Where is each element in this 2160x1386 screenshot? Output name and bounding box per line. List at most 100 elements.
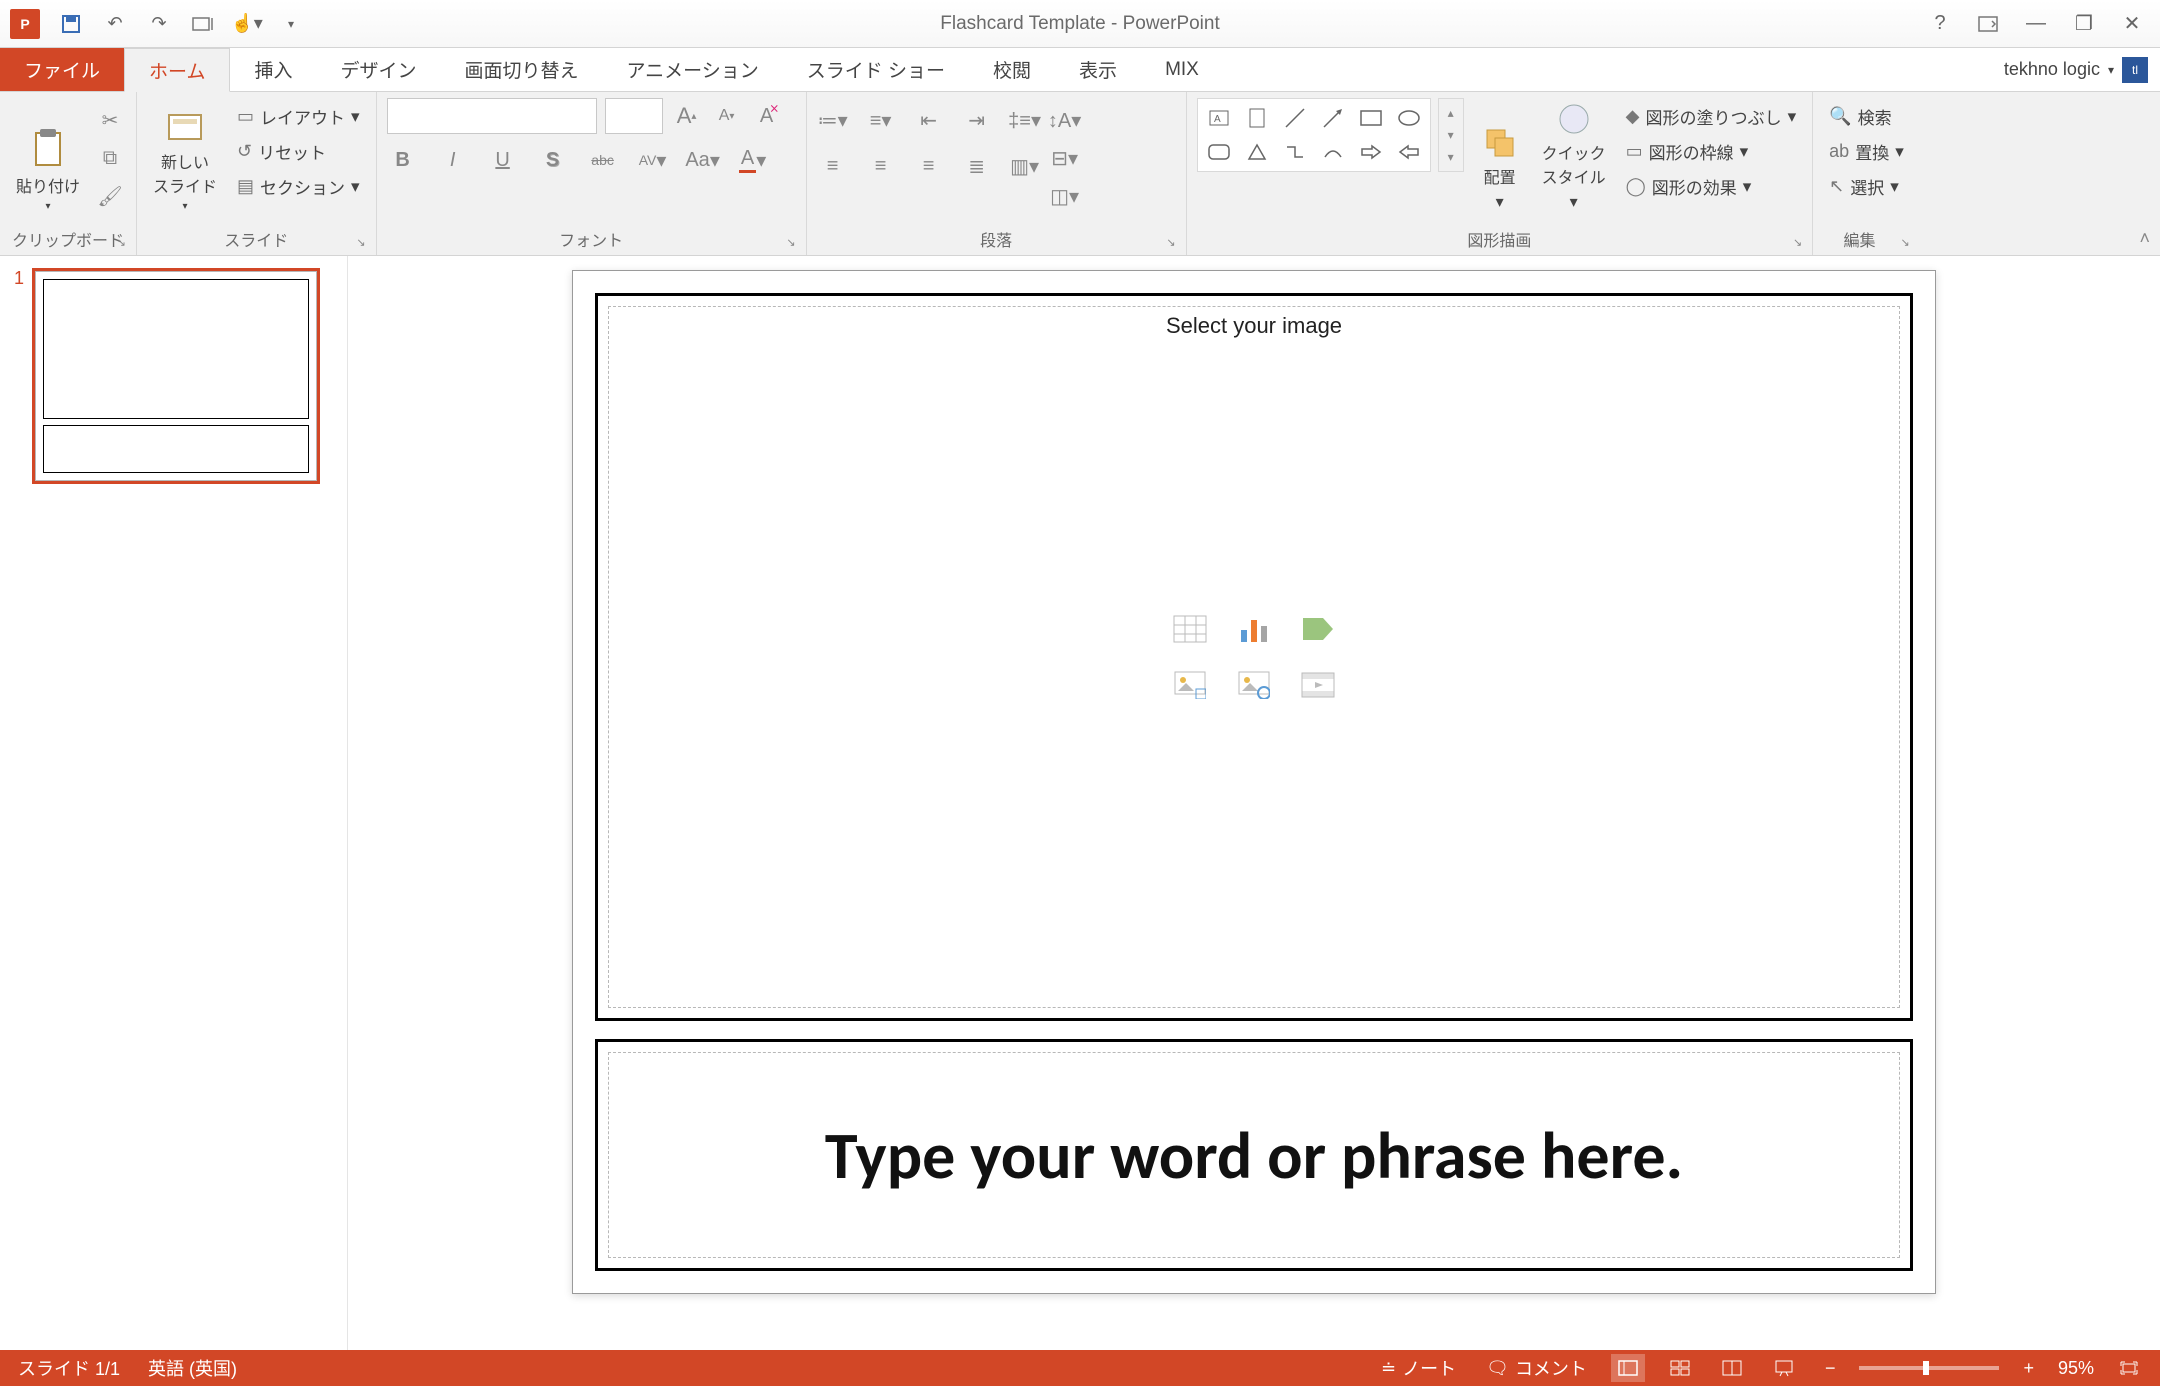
find-button[interactable]: 🔍検索 <box>1823 102 1910 131</box>
change-case-button[interactable]: Aa▾ <box>687 144 719 176</box>
image-placeholder[interactable]: Select your image <box>595 293 1913 1021</box>
columns-button[interactable]: ▥▾ <box>1009 150 1041 182</box>
insert-table-icon[interactable] <box>1162 605 1218 653</box>
tab-insert[interactable]: 挿入 <box>230 48 316 91</box>
align-left-button[interactable]: ≡ <box>817 150 849 182</box>
tab-review[interactable]: 校閲 <box>969 48 1055 91</box>
redo-button[interactable]: ↷ <box>146 11 172 37</box>
thumb-text-box <box>43 425 309 473</box>
language-indicator[interactable]: 英語 (英国) <box>148 1355 237 1381</box>
replace-icon: ab <box>1829 141 1849 162</box>
section-icon: ▤ <box>237 176 254 197</box>
zoom-in-button[interactable]: + <box>2017 1358 2040 1379</box>
zoom-level[interactable]: 95% <box>2058 1358 2094 1379</box>
reset-button[interactable]: ↺リセット <box>231 137 366 166</box>
minimize-button[interactable]: — <box>2018 9 2054 39</box>
normal-view-button[interactable] <box>1611 1354 1645 1382</box>
text-direction-button[interactable]: ↕A▾ <box>1049 104 1081 136</box>
zoom-out-button[interactable]: − <box>1819 1358 1842 1379</box>
undo-button[interactable]: ↶ <box>102 11 128 37</box>
select-button[interactable]: ↖選択 ▾ <box>1823 172 1910 201</box>
close-button[interactable]: ✕ <box>2114 9 2150 39</box>
insert-chart-icon[interactable] <box>1226 605 1282 653</box>
restore-button[interactable]: ❐ <box>2066 9 2102 39</box>
qat-customize-button[interactable]: ▾ <box>278 11 304 37</box>
quick-styles-button[interactable]: クイック スタイル▾ <box>1536 98 1612 216</box>
italic-button[interactable]: I <box>437 144 469 176</box>
cut-button[interactable]: ✂ <box>94 104 126 136</box>
slide-thumbnail-1[interactable] <box>32 268 320 484</box>
font-color-button[interactable]: A▾ <box>737 144 769 176</box>
char-spacing-button[interactable]: AV▾ <box>637 144 669 176</box>
line-spacing-button[interactable]: ‡≡▾ <box>1009 104 1041 136</box>
arrange-button[interactable]: 配置▾ <box>1472 98 1528 216</box>
clear-formatting-button[interactable]: A⨯ <box>751 100 783 132</box>
notes-button[interactable]: ≐ノート <box>1375 1355 1462 1381</box>
font-size-select[interactable] <box>605 98 663 134</box>
grow-font-button[interactable]: A▴ <box>671 100 703 132</box>
shape-outline-button[interactable]: ▭図形の枠線 ▾ <box>1620 137 1803 166</box>
shape-effects-button[interactable]: ◯図形の効果 ▾ <box>1620 172 1803 201</box>
slideshow-view-button[interactable] <box>1767 1354 1801 1382</box>
reading-view-button[interactable] <box>1715 1354 1749 1382</box>
svg-text:A: A <box>1214 114 1221 125</box>
slide-thumbnails-pane[interactable]: 1 <box>0 256 348 1350</box>
sorter-view-button[interactable] <box>1663 1354 1697 1382</box>
replace-button[interactable]: ab置換 ▾ <box>1823 137 1910 166</box>
tab-transitions[interactable]: 画面切り替え <box>440 48 602 91</box>
tab-animations[interactable]: アニメーション <box>603 48 783 91</box>
shapes-more-button[interactable]: ▾ <box>1441 147 1461 167</box>
format-painter-button[interactable]: 🖌 <box>94 180 126 212</box>
account-menu[interactable]: tekhno logic ▾ tl <box>1992 48 2160 91</box>
start-from-beginning-button[interactable] <box>190 11 216 37</box>
smartart-convert-button[interactable]: ◫▾ <box>1049 180 1081 212</box>
insert-smartart-icon[interactable] <box>1290 605 1346 653</box>
tab-home[interactable]: ホーム <box>124 48 230 92</box>
bullets-button[interactable]: ≔▾ <box>817 104 849 136</box>
section-button[interactable]: ▤セクション ▾ <box>231 172 366 201</box>
zoom-slider[interactable] <box>1859 1366 1999 1370</box>
align-text-button[interactable]: ⊟▾ <box>1049 142 1081 174</box>
insert-online-picture-icon[interactable] <box>1226 661 1282 709</box>
underline-button[interactable]: U <box>487 144 519 176</box>
font-family-select[interactable] <box>387 98 597 134</box>
zoom-slider-thumb[interactable] <box>1923 1361 1929 1375</box>
slide-counter[interactable]: スライド 1/1 <box>18 1355 120 1381</box>
text-shadow-button[interactable]: S <box>537 144 569 176</box>
tab-slideshow[interactable]: スライド ショー <box>783 48 969 91</box>
collapse-ribbon-button[interactable]: ˄ <box>2139 228 2150 249</box>
increase-indent-button[interactable]: ⇥ <box>961 104 993 136</box>
strikethrough-button[interactable]: abc <box>587 144 619 176</box>
new-slide-button[interactable]: 新しい スライド ▾ <box>147 98 223 216</box>
help-button[interactable]: ? <box>1922 9 1958 39</box>
decrease-indent-button[interactable]: ⇤ <box>913 104 945 136</box>
align-center-button[interactable]: ≡ <box>865 150 897 182</box>
shapes-gallery[interactable]: A <box>1197 98 1431 172</box>
fit-to-window-button[interactable] <box>2112 1354 2146 1382</box>
bold-button[interactable]: B <box>387 144 419 176</box>
select-label: 選択 <box>1850 174 1884 199</box>
shapes-scroll-up[interactable]: ▴ <box>1441 103 1461 123</box>
shape-fill-button[interactable]: ◆図形の塗りつぶし ▾ <box>1620 102 1803 131</box>
copy-button[interactable]: ⧉ <box>94 142 126 174</box>
tab-file[interactable]: ファイル <box>0 48 124 91</box>
justify-button[interactable]: ≣ <box>961 150 993 182</box>
layout-button[interactable]: ▭レイアウト ▾ <box>231 102 366 131</box>
text-placeholder[interactable]: Type your word or phrase here. <box>595 1039 1913 1271</box>
ribbon-display-options-button[interactable] <box>1970 9 2006 39</box>
save-button[interactable] <box>58 11 84 37</box>
tab-view[interactable]: 表示 <box>1055 48 1141 91</box>
tab-design[interactable]: デザイン <box>316 48 440 91</box>
align-right-button[interactable]: ≡ <box>913 150 945 182</box>
insert-picture-icon[interactable] <box>1162 661 1218 709</box>
slide[interactable]: Select your image Type your word or phra… <box>572 270 1936 1294</box>
tab-mix[interactable]: MIX <box>1141 48 1223 91</box>
touch-mode-button[interactable]: ☝▾ <box>234 11 260 37</box>
shrink-font-button[interactable]: A▾ <box>711 100 743 132</box>
paste-button[interactable]: 貼り付け ▾ <box>10 98 86 216</box>
comments-button[interactable]: 🗨コメント <box>1480 1355 1593 1381</box>
numbering-button[interactable]: ≡▾ <box>865 104 897 136</box>
shapes-scroll-down[interactable]: ▾ <box>1441 125 1461 145</box>
insert-video-icon[interactable] <box>1290 661 1346 709</box>
slide-canvas-area[interactable]: Select your image Type your word or phra… <box>348 256 2160 1350</box>
